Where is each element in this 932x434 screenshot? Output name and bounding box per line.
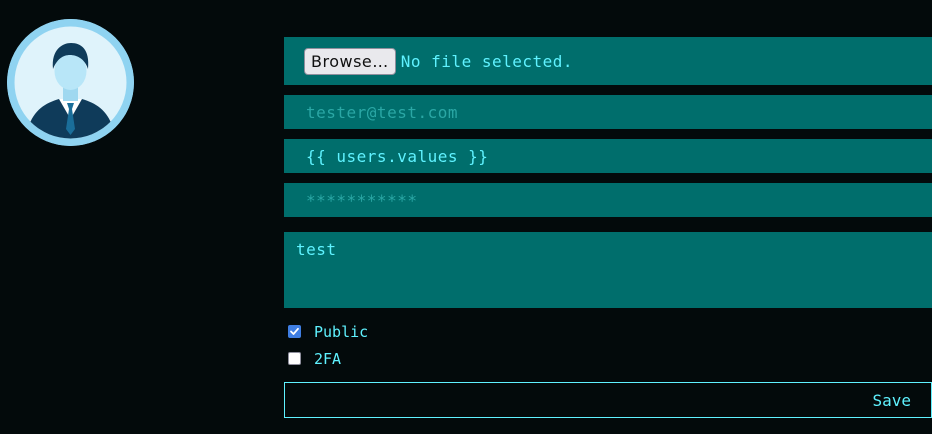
- public-checkbox[interactable]: [288, 325, 301, 338]
- public-label: Public: [314, 322, 369, 341]
- avatar: [7, 19, 134, 146]
- file-status-text: No file selected.: [400, 51, 574, 71]
- browse-button[interactable]: Browse…: [304, 47, 396, 75]
- public-checkbox-row[interactable]: Public: [284, 318, 932, 345]
- profile-form: Browse… No file selected. tester@test.co…: [284, 37, 932, 418]
- checkmark-icon: [290, 327, 299, 335]
- 2fa-checkbox[interactable]: [288, 352, 301, 365]
- save-label: Save: [872, 390, 911, 410]
- 2fa-checkbox-row[interactable]: 2FA: [284, 345, 932, 372]
- bio-textarea[interactable]: test: [284, 232, 932, 308]
- save-button[interactable]: Save: [284, 382, 932, 418]
- email-field[interactable]: tester@test.com: [284, 95, 932, 129]
- name-value: {{ users.values }}: [306, 146, 489, 166]
- bio-value: test: [296, 240, 337, 259]
- 2fa-label: 2FA: [314, 349, 342, 368]
- options-group: Public 2FA: [284, 318, 932, 372]
- user-avatar-icon: [7, 19, 134, 146]
- email-placeholder: tester@test.com: [306, 102, 458, 122]
- password-placeholder: ***********: [306, 190, 418, 210]
- file-upload-row: Browse… No file selected.: [284, 37, 932, 85]
- password-field[interactable]: ***********: [284, 183, 932, 217]
- name-field[interactable]: {{ users.values }}: [284, 139, 932, 173]
